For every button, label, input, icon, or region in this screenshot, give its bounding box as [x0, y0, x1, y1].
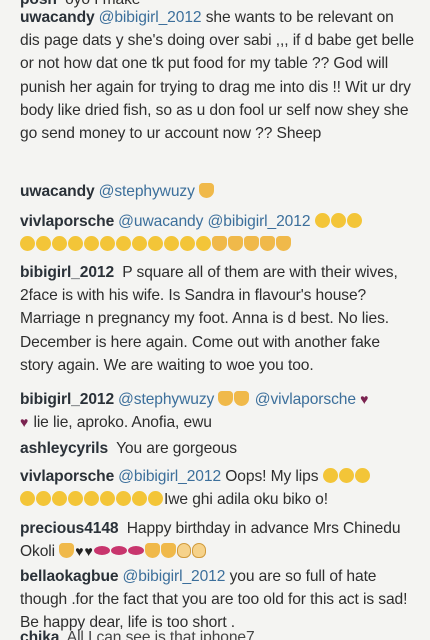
- laughing-emoji-icon: [180, 236, 195, 252]
- raised-hands-emoji-icon: [212, 236, 227, 252]
- laughing-emoji-icon: [196, 236, 211, 252]
- laughing-emoji-icon: [148, 236, 163, 252]
- comment-text: lie lie, aproko. Anofia, ewu: [33, 414, 212, 432]
- comment-item: bibigirl_2012 P square all of them are w…: [20, 261, 416, 377]
- comment-username[interactable]: bellaokagbue: [20, 568, 119, 585]
- comment-mention[interactable]: @bibigirl_2012: [99, 9, 202, 26]
- laughing-emoji-icon: [346, 213, 362, 228]
- laughing-emoji-icon: [100, 491, 115, 507]
- laughing-emoji-icon: [52, 236, 67, 252]
- comment-mention[interactable]: @stephywuzy: [99, 183, 195, 200]
- raised-hands-emoji-icon: [260, 236, 275, 252]
- comment-item: chika All I can see is that iphone7: [20, 626, 416, 640]
- comment-text: All I can see is that iphone7: [66, 629, 255, 640]
- laughing-emoji-icon: [116, 491, 131, 507]
- comments-feed[interactable]: posh oyo I make uwacandy@bibigirl_2012 s…: [0, 0, 430, 640]
- lips-emoji-icon: [127, 546, 144, 556]
- comment-mention[interactable]: @stephywuzy: [118, 391, 214, 408]
- broken-heart-icon: ♥: [360, 391, 369, 407]
- comment-mention[interactable]: @bibigirl_2012: [118, 468, 221, 485]
- comment-item: ashleycyrils You are gorgeous: [20, 437, 416, 460]
- laughing-emoji-icon: [68, 236, 83, 252]
- sparkles-emoji-icon: [234, 391, 250, 406]
- raised-hands-emoji-icon: [59, 543, 75, 559]
- laughing-emoji-icon: [314, 213, 330, 228]
- broken-heart-icon: ♥: [20, 414, 29, 431]
- laughing-emoji-icon: [36, 236, 51, 252]
- raised-hands-emoji-icon: [276, 236, 291, 252]
- comment-mention[interactable]: @bibigirl_2012: [122, 568, 225, 585]
- sparkles-emoji-icon: [218, 391, 234, 406]
- comment-item: bibigirl_2012 @stephywuzy @vivlaporsche ♥…: [20, 388, 416, 434]
- weary-emoji-icon: [36, 491, 51, 507]
- laughing-emoji-icon: [84, 236, 99, 252]
- hand-emoji-icon: [144, 543, 160, 559]
- laughing-emoji-icon: [52, 491, 67, 507]
- comment-text-2: Iwe ghi adila oku biko o!: [164, 491, 328, 509]
- comment-username[interactable]: uwacandy: [20, 183, 95, 200]
- laughing-emoji-icon: [84, 491, 99, 507]
- comment-item: uwacandy @bibigirl_2012 she wants to be r…: [20, 6, 416, 145]
- comment-username[interactable]: vivlaporsche: [20, 468, 114, 485]
- laughing-emoji-icon: [330, 213, 346, 228]
- laughing-emoji-icon: [148, 491, 163, 507]
- lips-emoji-icon: [110, 546, 127, 556]
- laughing-emoji-icon: [100, 236, 115, 252]
- raised-hands-emoji-icon: [228, 236, 243, 252]
- comment-username[interactable]: precious4148: [20, 520, 119, 537]
- comment-item: vivlaporsche @bibigirl_2012 Oops! My lips…: [20, 465, 416, 511]
- laughing-emoji-icon: [132, 236, 147, 252]
- comment-item: bellaokagbue @bibigirl_2012 you are so fu…: [20, 565, 416, 635]
- raised-hands-emoji-icon: [244, 236, 259, 252]
- comment-text: Oops! My lips: [225, 468, 319, 485]
- comment-username[interactable]: uwacandy: [20, 9, 95, 26]
- comment-item: vivlaporsche @uwacandy @bibigirl_2012: [20, 210, 416, 256]
- lips-emoji-icon: [93, 546, 110, 556]
- hand-emoji-icon: [160, 543, 176, 559]
- laughing-emoji-icon: [132, 491, 147, 507]
- comment-item: uwacandy @stephywuzy: [20, 180, 416, 203]
- comment-username[interactable]: vivlaporsche: [20, 213, 114, 230]
- comment-mention[interactable]: @uwacandy @bibigirl_2012: [118, 213, 310, 230]
- laughing-emoji-icon: [116, 236, 131, 252]
- laughing-emoji-icon: [20, 236, 35, 252]
- black-heart-icon: ♥: [84, 543, 93, 560]
- ok-hand-emoji-icon: [191, 543, 206, 559]
- comment-username[interactable]: bibigirl_2012: [20, 264, 114, 281]
- comment-text: You are gorgeous: [116, 440, 238, 457]
- weary-emoji-icon: [20, 491, 35, 507]
- ok-hand-emoji-icon: [176, 543, 191, 559]
- comment-username[interactable]: bibigirl_2012: [20, 391, 114, 408]
- black-heart-icon: ♥: [75, 543, 84, 560]
- comment-mention-2[interactable]: @vivlaporsche: [255, 391, 356, 408]
- thumbs-up-emoji-icon: [199, 183, 215, 198]
- comment-text: she wants to be relevant on dis page dat…: [20, 9, 414, 143]
- laughing-emoji-icon: [68, 491, 83, 507]
- laughing-emoji-icon: [164, 236, 179, 252]
- comment-username[interactable]: chika: [20, 629, 59, 640]
- weary-emoji-icon: [322, 468, 338, 483]
- weary-emoji-icon: [338, 468, 354, 483]
- comment-username[interactable]: ashleycyrils: [20, 440, 108, 457]
- weary-emoji-icon: [354, 468, 370, 483]
- comment-item: precious4148 Happy birthday in advance M…: [20, 517, 416, 563]
